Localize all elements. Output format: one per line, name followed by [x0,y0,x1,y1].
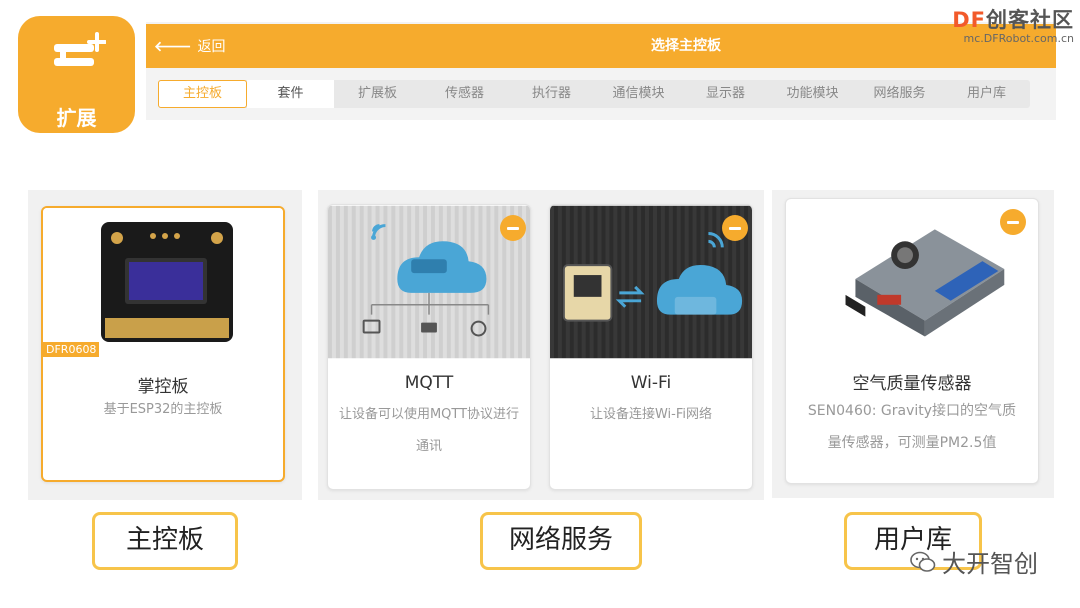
watermark-top: DF创客社区 mc.DFRobot.com.cn [952,4,1074,45]
extension-tile[interactable]: 扩展 [18,16,135,133]
board-desc: 基于ESP32的主控板 [103,402,223,417]
mqtt-title: MQTT [404,373,454,393]
main-board-group: DFR0608 掌控板 基于ESP32的主控板 [28,190,302,500]
wechat-icon [910,551,936,572]
air-quality-desc-line2: 量传感器，可测量PM2.5值 [827,435,997,451]
tab-main-board[interactable]: 主控板 [158,80,247,108]
page-title: 选择主控板 [651,38,721,54]
watermark-brand-df: DF [952,8,986,32]
mqtt-card[interactable]: MQTT 让设备可以使用MQTT协议进行 通讯 [327,204,531,490]
watermark-bottom-text: 大开智创 [942,550,1038,578]
watermark-bottom: 大开智创 [910,544,1038,579]
tab-network-services[interactable]: 网络服务 [856,80,943,108]
tab-function[interactable]: 功能模块 [769,80,856,108]
tab-expansion-board[interactable]: 扩展板 [334,80,421,108]
mqtt-remove-button[interactable] [500,215,526,241]
tab-user-library[interactable]: 用户库 [943,80,1030,108]
board-image [43,208,283,356]
wifi-card[interactable]: Wi-Fi 让设备连接Wi-Fi网络 [549,204,753,490]
tab-communication[interactable]: 通信模块 [595,80,682,108]
mqtt-desc-line2: 通讯 [415,439,442,454]
category-label-network-services: 网络服务 [480,512,642,570]
header-bar: 🡐 返回 选择主控板 [146,24,1056,68]
air-quality-card[interactable]: 空气质量传感器 SEN0460: Gravity接口的空气质 量传感器，可测量P… [785,198,1039,484]
network-group: MQTT 让设备可以使用MQTT协议进行 通讯 Wi-Fi 让设备连接Wi-Fi… [318,190,764,500]
air-quality-desc-line1: SEN0460: Gravity接口的空气质 [807,403,1017,419]
tab-actuators[interactable]: 执行器 [508,80,595,108]
air-quality-title: 空气质量传感器 [852,374,972,394]
category-tabs: 主控板 套件 扩展板 传感器 执行器 通信模块 显示器 功能模块 网络服务 用户… [158,80,1030,108]
tab-display[interactable]: 显示器 [682,80,769,108]
user-library-group: 空气质量传感器 SEN0460: Gravity接口的空气质 量传感器，可测量P… [772,190,1054,498]
wifi-title: Wi-Fi [630,373,672,393]
sku-badge: DFR0608 [43,342,100,357]
tab-sensors[interactable]: 传感器 [421,80,508,108]
wifi-desc: 让设备连接Wi-Fi网络 [589,407,712,422]
tab-kits[interactable]: 套件 [247,80,334,108]
wifi-remove-button[interactable] [722,215,748,241]
category-label-main-board: 主控板 [92,512,238,570]
air-quality-remove-button[interactable] [1000,209,1026,235]
watermark-site: mc.DFRobot.com.cn [963,32,1074,45]
extension-icon [54,32,106,66]
board-card[interactable]: DFR0608 掌控板 基于ESP32的主控板 [41,206,285,482]
watermark-brand-text: 创客社区 [986,8,1074,32]
extension-label: 扩展 [56,106,97,130]
mqtt-desc-line1: 让设备可以使用MQTT协议进行 [338,407,520,422]
